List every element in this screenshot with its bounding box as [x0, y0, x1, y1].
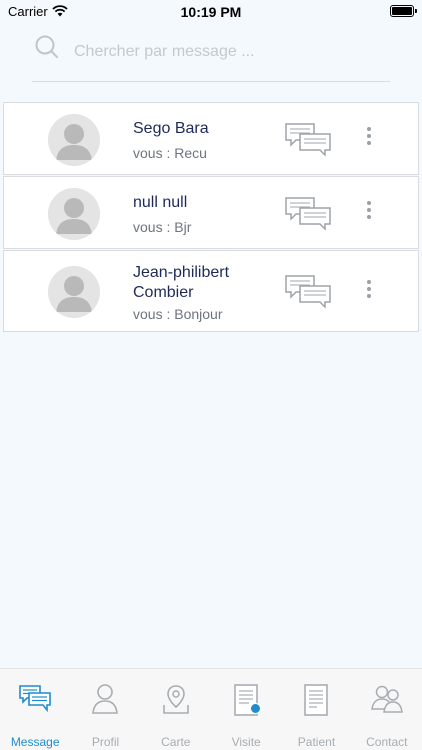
more-options-icon[interactable] [360, 280, 378, 304]
tab-profil[interactable]: Profil [70, 669, 140, 750]
avatar [48, 114, 100, 166]
tab-label: Visite [231, 735, 261, 749]
tab-label: Carte [161, 735, 191, 749]
search-input[interactable] [74, 40, 374, 64]
tab-contact[interactable]: Contact [352, 669, 422, 750]
tab-patient[interactable]: Patient [281, 669, 351, 750]
conversation-item[interactable]: Sego Bara vous : Recu [3, 102, 419, 175]
chat-bubbles-icon[interactable] [284, 196, 332, 232]
conversation-item[interactable]: Jean-philibert Combier vous : Bonjour [3, 250, 419, 332]
tab-label: Profil [91, 735, 120, 749]
contacts-icon [370, 683, 404, 718]
contact-name: Sego Bara [133, 120, 209, 137]
clock: 10:19 PM [180, 4, 242, 20]
tab-bar: Message Profil Carte Visite Patient Cont… [0, 668, 422, 750]
tab-carte[interactable]: Carte [141, 669, 211, 750]
document-icon [232, 683, 262, 717]
message-preview: vous : Bjr [133, 219, 192, 235]
chat-bubbles-icon[interactable] [284, 122, 332, 158]
search-bar[interactable] [32, 30, 390, 82]
message-preview: vous : Recu [133, 145, 207, 161]
avatar [48, 266, 100, 318]
patient-file-icon [302, 683, 330, 722]
notification-dot [250, 703, 262, 714]
contact-name: Jean-philibert Combier [133, 264, 230, 301]
tab-visite[interactable]: Visite [211, 669, 281, 750]
contact-name: null null [133, 194, 188, 211]
status-bar: Carrier 10:19 PM [0, 0, 422, 24]
tab-label: Message [10, 735, 60, 749]
chat-bubbles-icon[interactable] [284, 274, 332, 310]
avatar [48, 188, 100, 240]
tab-message[interactable]: Message [0, 669, 70, 750]
profile-icon [91, 683, 119, 720]
search-icon [34, 34, 60, 65]
tab-label: Contact [366, 735, 408, 749]
message-icon [18, 683, 52, 718]
more-options-icon[interactable] [360, 127, 378, 151]
conversation-item[interactable]: null null vous : Bjr [3, 176, 419, 249]
more-options-icon[interactable] [360, 201, 378, 225]
battery-icon [390, 5, 417, 17]
tab-label: Patient [297, 735, 336, 749]
conversation-list: Sego Bara vous : Recu null null vous : B… [3, 102, 419, 333]
message-preview: vous : Bonjour [133, 306, 223, 322]
map-icon [161, 683, 191, 720]
